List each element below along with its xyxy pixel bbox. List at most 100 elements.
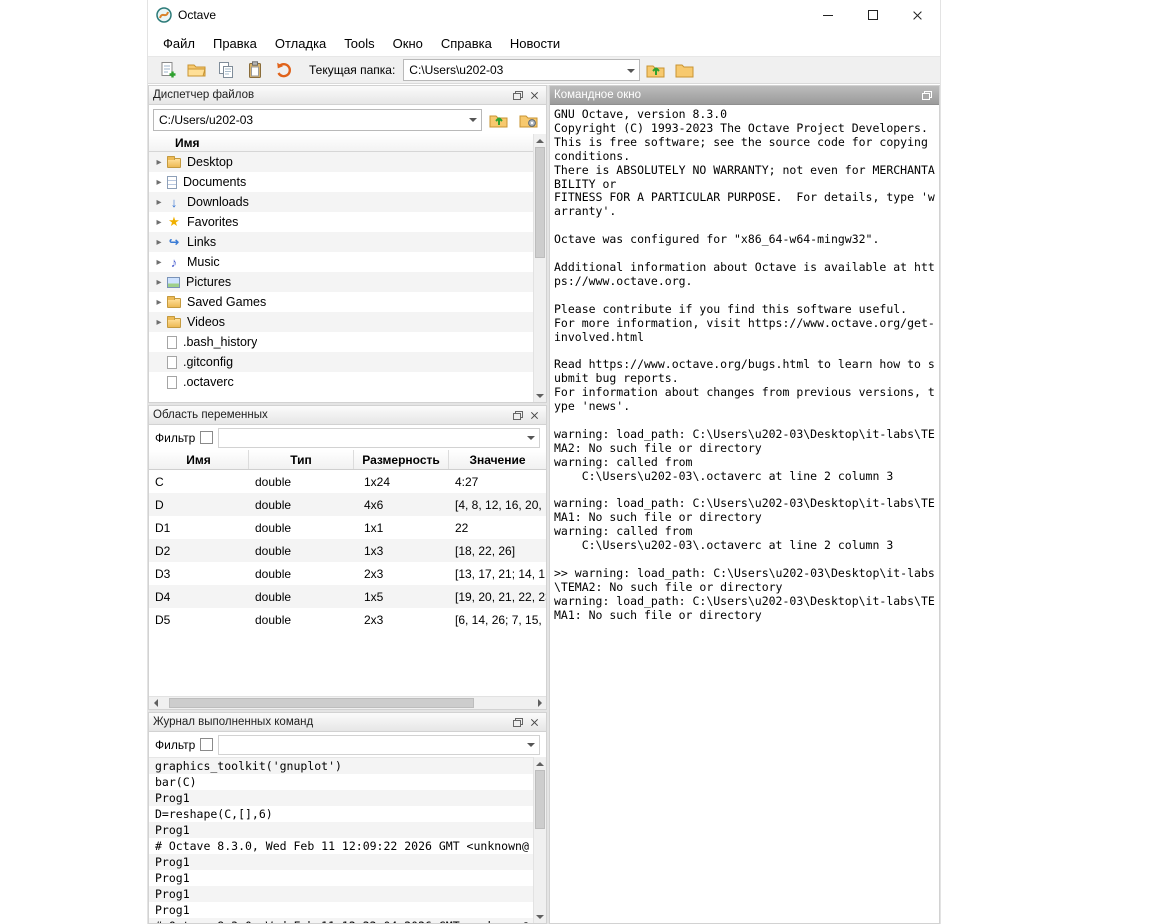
undock-button[interactable]	[510, 88, 526, 103]
tree-item[interactable]: Desktop	[149, 152, 533, 172]
history-header[interactable]: Журнал выполненных команд	[149, 713, 546, 732]
table-row[interactable]: D3 double 2x3 [13, 17, 21; 14, 1…	[149, 562, 546, 585]
expand-chevron-icon[interactable]	[153, 257, 165, 268]
chevron-down-icon[interactable]	[522, 736, 539, 754]
history-item[interactable]: Prog1	[149, 790, 533, 806]
new-script-button[interactable]	[154, 58, 181, 82]
undock-button[interactable]	[919, 88, 935, 103]
close-panel-button[interactable]	[526, 408, 542, 423]
maximize-button[interactable]	[850, 0, 895, 30]
title-bar[interactable]: Octave	[148, 0, 940, 30]
scroll-track[interactable]	[534, 770, 546, 910]
column-type[interactable]: Тип	[249, 450, 354, 469]
tree-item[interactable]: .octaverc	[149, 372, 533, 392]
menu-item[interactable]: Справка	[432, 32, 501, 55]
scroll-down-button[interactable]	[534, 910, 546, 923]
history-item[interactable]: # Octave 8.3.0, Wed Feb 11 12:09:22 2026…	[149, 838, 533, 854]
scroll-up-button[interactable]	[534, 134, 546, 147]
menu-item[interactable]: Файл	[154, 32, 204, 55]
close-panel-button[interactable]	[526, 88, 542, 103]
scroll-down-button[interactable]	[534, 389, 546, 402]
menu-item[interactable]: Окно	[384, 32, 432, 55]
name-column-header[interactable]: Имя	[149, 134, 533, 152]
scroll-left-button[interactable]	[149, 697, 162, 709]
filter-combobox[interactable]	[218, 735, 540, 755]
column-dimension[interactable]: Размерность	[354, 450, 449, 469]
table-row[interactable]: C double 1x24 4:27	[149, 470, 546, 493]
minimize-button[interactable]	[805, 0, 850, 30]
chevron-down-icon[interactable]	[622, 60, 639, 80]
menu-item[interactable]: Tools	[335, 32, 383, 55]
current-folder-combobox[interactable]: C:\Users\u202-03	[403, 59, 640, 81]
tree-item[interactable]: Pictures	[149, 272, 533, 292]
browse-directory-button[interactable]	[671, 58, 698, 82]
scroll-thumb[interactable]	[169, 698, 473, 708]
history-item[interactable]: Prog1	[149, 902, 533, 918]
history-item[interactable]: Prog1	[149, 886, 533, 902]
close-panel-button[interactable]	[526, 715, 542, 730]
column-value[interactable]: Значение	[449, 450, 546, 469]
tree-item[interactable]: Favorites	[149, 212, 533, 232]
expand-chevron-icon[interactable]	[153, 277, 165, 288]
history-item[interactable]: D=reshape(C,[],6)	[149, 806, 533, 822]
tree-item[interactable]: Documents	[149, 172, 533, 192]
table-row[interactable]: D2 double 1x3 [18, 22, 26]	[149, 539, 546, 562]
expand-chevron-icon[interactable]	[153, 157, 165, 168]
file-browser-scrollbar[interactable]	[533, 134, 546, 402]
tree-item[interactable]: .gitconfig	[149, 352, 533, 372]
expand-chevron-icon[interactable]	[153, 177, 165, 188]
undock-button[interactable]	[510, 408, 526, 423]
undock-button[interactable]	[510, 715, 526, 730]
expand-chevron-icon[interactable]	[153, 297, 165, 308]
path-combobox[interactable]: C:/Users/u202-03	[153, 109, 482, 131]
filter-checkbox[interactable]	[200, 431, 213, 444]
history-item[interactable]: # Octave 8.3.0, Wed Feb 11 12:22:04 2026…	[149, 918, 533, 923]
one-directory-up-button[interactable]	[485, 108, 512, 132]
command-window-header[interactable]: Командное окно	[550, 86, 939, 105]
tree-item[interactable]: Links	[149, 232, 533, 252]
chevron-down-icon[interactable]	[464, 110, 481, 130]
scroll-thumb[interactable]	[535, 147, 545, 258]
expand-chevron-icon[interactable]	[153, 197, 165, 208]
table-row[interactable]: D5 double 2x3 [6, 14, 26; 7, 15, …	[149, 608, 546, 631]
expand-chevron-icon[interactable]	[153, 317, 165, 328]
open-file-button[interactable]	[183, 58, 210, 82]
table-row[interactable]: D double 4x6 [4, 8, 12, 16, 20, …	[149, 493, 546, 516]
menu-item[interactable]: Отладка	[266, 32, 335, 55]
menu-item[interactable]: Новости	[501, 32, 569, 55]
column-name[interactable]: Имя	[149, 450, 249, 469]
scroll-track[interactable]	[162, 697, 533, 709]
table-row[interactable]: D4 double 1x5 [19, 20, 21, 22, 23]	[149, 585, 546, 608]
undo-button[interactable]	[270, 58, 297, 82]
copy-button[interactable]	[212, 58, 239, 82]
scroll-thumb[interactable]	[535, 770, 545, 829]
one-directory-up-button[interactable]	[642, 58, 669, 82]
history-scrollbar[interactable]	[533, 757, 546, 923]
scroll-track[interactable]	[534, 147, 546, 389]
close-button[interactable]	[895, 0, 940, 30]
expand-chevron-icon[interactable]	[153, 237, 165, 248]
filter-combobox[interactable]	[218, 428, 540, 448]
expand-chevron-icon[interactable]	[153, 217, 165, 228]
scroll-right-button[interactable]	[533, 697, 546, 709]
workspace-hscrollbar[interactable]	[149, 696, 546, 709]
history-item[interactable]: Prog1	[149, 854, 533, 870]
file-browser-header[interactable]: Диспетчер файлов	[149, 86, 546, 105]
history-item[interactable]: graphics_toolkit('gnuplot')	[149, 758, 533, 774]
scroll-up-button[interactable]	[534, 757, 546, 770]
paste-button[interactable]	[241, 58, 268, 82]
table-row[interactable]: D1 double 1x1 22	[149, 516, 546, 539]
tree-item[interactable]: Videos	[149, 312, 533, 332]
chevron-down-icon[interactable]	[522, 429, 539, 447]
command-window-output[interactable]: GNU Octave, version 8.3.0 Copyright (C) …	[550, 105, 939, 923]
tree-item[interactable]: .bash_history	[149, 332, 533, 352]
workspace-header[interactable]: Область переменных	[149, 406, 546, 425]
menu-item[interactable]: Правка	[204, 32, 266, 55]
history-item[interactable]: Prog1	[149, 822, 533, 838]
tree-item[interactable]: Saved Games	[149, 292, 533, 312]
tree-item[interactable]: Downloads	[149, 192, 533, 212]
history-item[interactable]: Prog1	[149, 870, 533, 886]
filter-checkbox[interactable]	[200, 738, 213, 751]
folder-actions-button[interactable]	[515, 108, 542, 132]
history-item[interactable]: bar(C)	[149, 774, 533, 790]
